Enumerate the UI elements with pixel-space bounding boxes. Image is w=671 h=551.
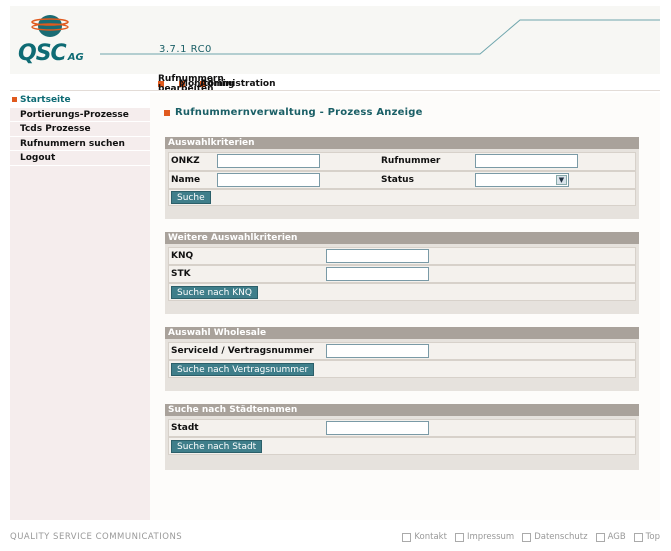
form-row: STK bbox=[168, 265, 636, 283]
page-title: Rufnummernverwaltung - Prozess Anzeige bbox=[164, 107, 423, 118]
top-navigation: Rufnummern bearbeiten Monitoring Adminis… bbox=[158, 74, 276, 94]
panel-auswahlkriterien: Auswahlkriterien ONKZ Rufnummer Name Sta… bbox=[165, 137, 639, 219]
page-header: QSC AG 3.7.1 RC0 bbox=[10, 6, 660, 74]
panel-title: Suche nach Städtenamen bbox=[165, 404, 639, 416]
footer-link-agb[interactable]: AGB bbox=[595, 532, 626, 542]
panel-title: Auswahl Wholesale bbox=[165, 327, 639, 339]
status-select[interactable]: ▼ bbox=[475, 173, 569, 187]
suche-nach-vertragsnummer-button[interactable]: Suche nach Vertragsnummer bbox=[171, 363, 315, 376]
stk-input[interactable] bbox=[326, 267, 429, 281]
form-row: Suche nach Stadt bbox=[168, 437, 636, 455]
panel-auswahl-wholesale: Auswahl Wholesale ServiceId / Vertragsnu… bbox=[165, 327, 639, 391]
divider bbox=[10, 90, 660, 91]
panel-title: Auswahlkriterien bbox=[165, 137, 639, 149]
service-id-label: ServiceId / Vertragsnummer bbox=[171, 346, 314, 356]
rufnummer-label: Rufnummer bbox=[381, 156, 441, 166]
footer-link-datenschutz[interactable]: Datenschutz bbox=[522, 532, 588, 542]
form-row: Suche nach KNQ bbox=[168, 283, 636, 301]
version-label: 3.7.1 RC0 bbox=[159, 44, 212, 55]
suche-button[interactable]: Suche bbox=[171, 191, 211, 204]
service-id-input[interactable] bbox=[326, 344, 429, 358]
sidebar-item-tcds-prozesse[interactable]: Tcds Prozesse bbox=[10, 122, 150, 137]
footer-link-kontakt[interactable]: Kontakt bbox=[402, 532, 447, 542]
header-decoration bbox=[100, 19, 660, 55]
name-label: Name bbox=[171, 175, 201, 185]
page-footer: QUALITY SERVICE COMMUNICATIONS Kontakt I… bbox=[10, 530, 660, 544]
stadt-label: Stadt bbox=[171, 423, 199, 433]
sidebar-item-rufnummern-suchen[interactable]: Rufnummern suchen bbox=[10, 136, 150, 152]
terms-icon bbox=[595, 532, 605, 542]
topnav-monitoring[interactable]: Monitoring bbox=[179, 79, 235, 89]
onkz-label: ONKZ bbox=[171, 156, 200, 166]
footer-link-impressum[interactable]: Impressum bbox=[454, 532, 514, 542]
topnav-rufnummern-bearbeiten[interactable]: Rufnummern bearbeiten bbox=[158, 74, 224, 94]
knq-label: KNQ bbox=[171, 251, 194, 261]
onkz-input[interactable] bbox=[217, 154, 320, 168]
topnav-administration[interactable]: Administration bbox=[200, 79, 276, 89]
form-row: ServiceId / Vertragsnummer bbox=[168, 342, 636, 360]
form-row: Suche nach Vertragsnummer bbox=[168, 360, 636, 378]
qsc-logo[interactable]: QSC AG bbox=[18, 41, 84, 66]
panel-suche-nach-staedtenamen: Suche nach Städtenamen Stadt Suche nach … bbox=[165, 404, 639, 470]
impressum-icon bbox=[454, 532, 464, 542]
bullet-icon bbox=[164, 109, 170, 116]
contact-icon bbox=[402, 532, 412, 542]
panel-weitere-auswahlkriterien: Weitere Auswahlkriterien KNQ STK Suche n… bbox=[165, 232, 639, 314]
form-row: Suche bbox=[168, 189, 636, 206]
sidebar-item-logout[interactable]: Logout bbox=[10, 151, 150, 166]
sidebar-item-portierungs-prozesse[interactable]: Portierungs-Prozesse bbox=[10, 107, 150, 123]
stk-label: STK bbox=[171, 269, 191, 279]
company-name: QUALITY SERVICE COMMUNICATIONS bbox=[10, 532, 183, 542]
form-row: Name Status ▼ bbox=[168, 171, 636, 189]
panel-title: Weitere Auswahlkriterien bbox=[165, 232, 639, 244]
stadt-input[interactable] bbox=[326, 421, 429, 435]
qsc-globe-icon bbox=[31, 15, 69, 37]
top-icon bbox=[633, 532, 643, 542]
status-label: Status bbox=[381, 175, 414, 185]
privacy-icon bbox=[522, 532, 532, 542]
sidebar: Startseite Portierungs-Prozesse Tcds Pro… bbox=[10, 93, 150, 520]
footer-link-top[interactable]: Top bbox=[633, 532, 660, 542]
knq-input[interactable] bbox=[326, 249, 429, 263]
suche-nach-stadt-button[interactable]: Suche nach Stadt bbox=[171, 440, 263, 453]
footer-links: Kontakt Impressum Datenschutz AGB Top bbox=[394, 532, 660, 542]
suche-nach-knq-button[interactable]: Suche nach KNQ bbox=[171, 286, 258, 299]
chevron-down-icon[interactable]: ▼ bbox=[556, 175, 567, 185]
sidebar-item-startseite[interactable]: Startseite bbox=[10, 93, 150, 108]
form-row: Stadt bbox=[168, 419, 636, 437]
rufnummer-input[interactable] bbox=[475, 154, 578, 168]
form-row: ONKZ Rufnummer bbox=[168, 152, 636, 171]
name-input[interactable] bbox=[217, 173, 320, 187]
form-row: KNQ bbox=[168, 247, 636, 265]
